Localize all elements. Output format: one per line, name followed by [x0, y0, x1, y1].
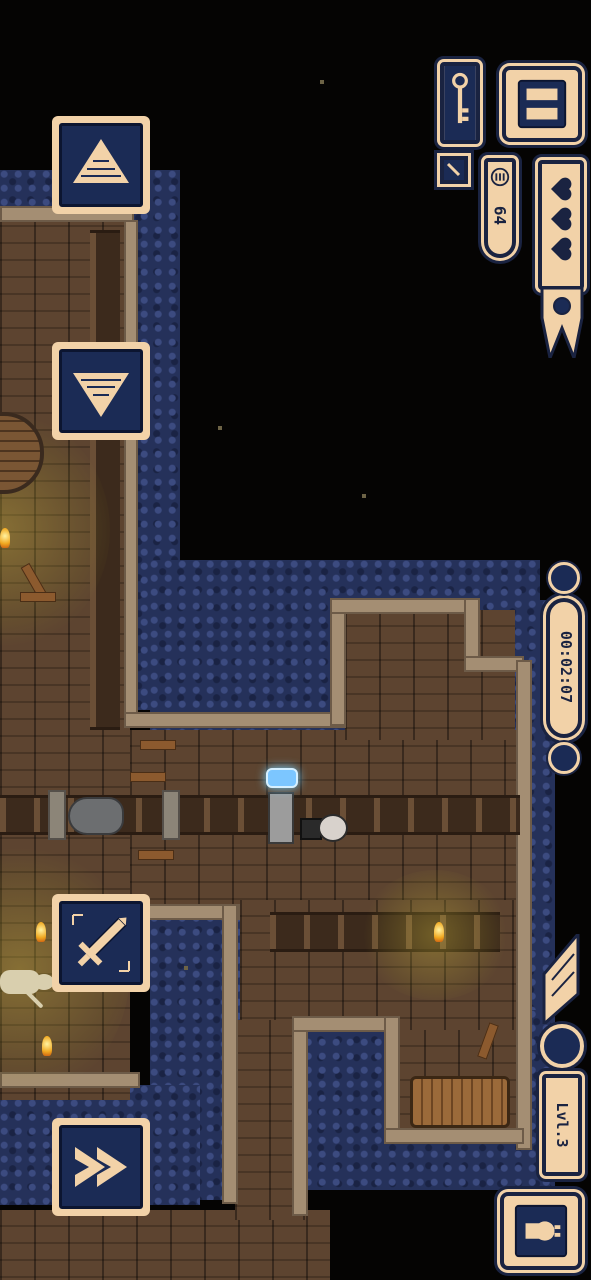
torch-icon [0, 528, 10, 548]
up-arrow-icon [73, 139, 129, 183]
broken-plank [140, 740, 176, 750]
barrel[interactable] [410, 1076, 510, 1128]
item-slot[interactable] [440, 156, 468, 184]
key-slot [440, 62, 480, 144]
star-dot [362, 494, 366, 498]
wall-ledge [292, 1016, 308, 1216]
pillar [48, 790, 66, 840]
star-dot [320, 80, 324, 84]
torch-icon [42, 1036, 52, 1056]
clay-pot[interactable] [68, 797, 124, 835]
coin-count: 64 [490, 205, 510, 226]
dungeon-floor [0, 1210, 330, 1280]
ice-shield-icon [266, 768, 298, 788]
wall-ledge [292, 1016, 392, 1032]
hourglass-icon [548, 742, 580, 774]
wall-ledge [516, 660, 532, 1150]
dash-button[interactable] [52, 1118, 150, 1216]
broken-plank [20, 592, 56, 602]
coin-counter: 64 [484, 158, 516, 258]
broken-plank [138, 850, 174, 860]
hearts [551, 177, 572, 261]
health-bar [538, 160, 584, 290]
wall-ledge [330, 598, 480, 614]
heart-icon [551, 177, 572, 201]
wall-ledge [124, 220, 138, 720]
character-portrait-icon [514, 1204, 568, 1258]
wall-ledge [330, 600, 346, 726]
timer-panel: 00:02:07 [546, 598, 582, 738]
hourglass-icon [548, 562, 580, 594]
level-text: Lvl.3 [553, 1102, 571, 1148]
compass-icon [540, 1024, 584, 1068]
wall-ledge [222, 904, 238, 1204]
pause-icon [517, 79, 567, 129]
star-dot [218, 426, 222, 430]
wall-ledge [384, 1128, 524, 1144]
skeleton-enemy[interactable] [0, 966, 60, 1009]
sword-icon [72, 914, 130, 972]
key-icon [444, 66, 476, 140]
double-chevron-icon [75, 1147, 127, 1187]
wall-ledge [464, 656, 524, 672]
torch-icon [36, 922, 46, 942]
attack-button[interactable] [52, 894, 150, 992]
pillar [162, 790, 180, 840]
star-dot [184, 966, 188, 970]
level-panel: Lvl.3 [542, 1074, 582, 1176]
timer-text: 00:02:07 [557, 630, 575, 704]
dagger-icon [444, 160, 464, 180]
heart-icon [551, 207, 572, 231]
move-up-button[interactable] [52, 116, 150, 214]
character-button[interactable] [500, 1192, 582, 1270]
down-arrow-icon [73, 373, 129, 417]
health-bar-ornament [540, 288, 584, 358]
wall-ledge [384, 1016, 400, 1136]
coin-icon [490, 167, 510, 187]
heart-icon [551, 237, 572, 261]
broken-plank [130, 772, 166, 782]
pause-button[interactable] [502, 66, 582, 142]
level-ornament [542, 934, 580, 1024]
dungeon-floor [345, 610, 515, 740]
wall-ledge [124, 712, 346, 728]
torch-icon [434, 922, 444, 942]
floor-gate [268, 792, 294, 844]
move-down-button[interactable] [52, 342, 150, 440]
player-character [296, 804, 360, 856]
